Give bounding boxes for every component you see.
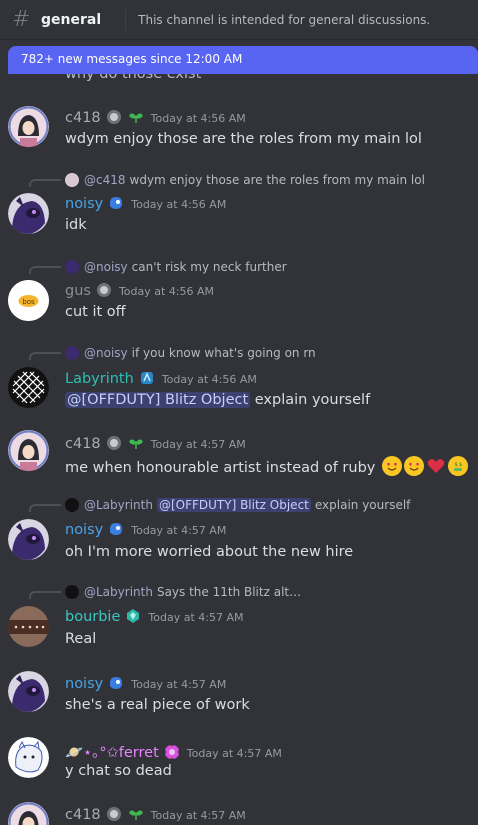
message-text: oh I'm more worried about the new hire bbox=[65, 544, 354, 560]
reply-author[interactable]: @Labyrinth bbox=[84, 585, 153, 599]
avatar[interactable] bbox=[8, 802, 49, 825]
svg-text:bos: bos bbox=[22, 298, 35, 306]
timestamp[interactable]: Today at 4:56 AM bbox=[119, 285, 214, 298]
header-divider bbox=[125, 8, 127, 31]
avatar[interactable] bbox=[8, 367, 49, 408]
reply-preview[interactable]: @Labyrinth @[OFFDUTY] Blitz Object expla… bbox=[65, 498, 410, 512]
reply-text[interactable]: Says the 11th Blitz alt… bbox=[157, 585, 301, 599]
username[interactable]: noisy Today at 4:56 AM bbox=[65, 194, 226, 212]
username[interactable]: noisy Today at 4:57 AM bbox=[65, 520, 226, 538]
timestamp[interactable]: Today at 4:57 AM bbox=[151, 809, 246, 822]
reply-author[interactable]: @Labyrinth bbox=[84, 498, 153, 512]
reply-avatar bbox=[65, 585, 79, 599]
reply-spine bbox=[29, 266, 61, 274]
channel-name[interactable]: general bbox=[41, 12, 101, 28]
message-text: wdym enjoy those are the roles from my m… bbox=[65, 131, 422, 147]
timestamp[interactable]: Today at 4:57 AM bbox=[131, 524, 226, 537]
reply-spine bbox=[29, 179, 61, 187]
reply-spine bbox=[29, 504, 61, 512]
role-badge-icon[interactable] bbox=[107, 520, 125, 538]
reply-author[interactable]: @noisy bbox=[84, 260, 128, 274]
reply-preview[interactable]: @noisy can't risk my neck further bbox=[65, 260, 287, 274]
reply-avatar bbox=[65, 346, 79, 360]
timestamp[interactable]: Today at 4:57 AM bbox=[131, 678, 226, 691]
reply-text[interactable]: can't risk my neck further bbox=[132, 260, 287, 274]
message-text: me when honourable artist instead of rub… bbox=[65, 456, 468, 476]
new-messages-banner[interactable]: 782+ new messages since 12:00 AM bbox=[8, 46, 478, 74]
message-text: @[OFFDUTY] Blitz Object explain yourself bbox=[65, 392, 371, 408]
avatar[interactable]: bos bbox=[8, 280, 49, 321]
heart-eyes-emoji-icon[interactable] bbox=[403, 456, 424, 476]
reply-text[interactable]: wdym enjoy those are the roles from my m… bbox=[130, 173, 425, 187]
avatar[interactable] bbox=[8, 106, 49, 147]
reply-preview[interactable]: @Labyrinth Says the 11th Blitz alt… bbox=[65, 585, 301, 599]
money-mouth-emoji-icon[interactable]: $ $ bbox=[447, 456, 468, 476]
timestamp[interactable]: Today at 4:57 AM bbox=[151, 438, 246, 451]
username[interactable]: noisy Today at 4:57 AM bbox=[65, 674, 226, 692]
reply-preview[interactable]: @noisy if you know what's going on rn bbox=[65, 346, 316, 360]
reply-text[interactable]: explain yourself bbox=[315, 498, 411, 512]
sprout-badge-icon[interactable] bbox=[127, 108, 145, 126]
message-text: Real bbox=[65, 631, 97, 647]
reply-spine bbox=[29, 352, 61, 360]
user-mention[interactable]: @[OFFDUTY] Blitz Object bbox=[156, 498, 311, 512]
sprout-badge-icon[interactable] bbox=[127, 434, 145, 452]
user-mention[interactable]: @[OFFDUTY] Blitz Object bbox=[65, 392, 251, 408]
heart-eyes-emoji-icon[interactable] bbox=[381, 456, 402, 476]
timestamp[interactable]: Today at 4:56 AM bbox=[162, 373, 257, 386]
timestamp[interactable]: Today at 4:56 AM bbox=[151, 112, 246, 125]
timestamp[interactable]: Today at 4:57 AM bbox=[148, 611, 243, 624]
role-badge-icon[interactable] bbox=[138, 369, 156, 387]
avatar[interactable] bbox=[8, 737, 49, 778]
username[interactable]: c418 Today at 4:56 AM bbox=[65, 108, 246, 126]
timestamp[interactable]: Today at 4:56 AM bbox=[131, 198, 226, 211]
username[interactable]: c418 Today at 4:57 AM bbox=[65, 805, 246, 823]
role-badge-icon[interactable] bbox=[105, 434, 123, 452]
avatar[interactable] bbox=[8, 606, 49, 647]
avatar[interactable] bbox=[8, 193, 49, 234]
channel-topic[interactable]: This channel is intended for general dis… bbox=[138, 13, 430, 27]
reply-spine bbox=[29, 591, 61, 599]
reply-avatar bbox=[65, 260, 79, 274]
role-badge-icon[interactable] bbox=[95, 281, 113, 299]
reply-avatar bbox=[65, 498, 79, 512]
avatar[interactable] bbox=[8, 519, 49, 560]
svg-text:$: $ bbox=[459, 462, 462, 468]
username[interactable]: c418 Today at 4:57 AM bbox=[65, 434, 246, 452]
username[interactable]: Labyrinth Today at 4:56 AM bbox=[65, 369, 257, 387]
sprout-badge-icon[interactable] bbox=[127, 805, 145, 823]
role-badge-icon[interactable] bbox=[107, 194, 125, 212]
role-badge-icon[interactable] bbox=[124, 607, 142, 625]
avatar[interactable] bbox=[8, 671, 49, 712]
svg-text:$: $ bbox=[454, 462, 457, 468]
role-badge-icon[interactable] bbox=[105, 108, 123, 126]
avatar[interactable] bbox=[8, 430, 49, 471]
role-badge-icon[interactable] bbox=[163, 743, 181, 761]
message-text: cut it off bbox=[65, 304, 126, 320]
red-heart-emoji-icon[interactable] bbox=[426, 456, 446, 476]
message-text: she's a real piece of work bbox=[65, 697, 250, 713]
reply-author[interactable]: @noisy bbox=[84, 346, 128, 360]
username[interactable]: 🪐⋆｡°✩ferret Today at 4:57 AM bbox=[65, 741, 282, 762]
role-badge-icon[interactable] bbox=[107, 674, 125, 692]
username[interactable]: gus Today at 4:56 AM bbox=[65, 281, 214, 299]
message-text: idk bbox=[65, 217, 87, 233]
reply-text[interactable]: if you know what's going on rn bbox=[132, 346, 316, 360]
username[interactable]: bourbie Today at 4:57 AM bbox=[65, 607, 243, 625]
message-text: y chat so dead bbox=[65, 763, 172, 779]
role-badge-icon[interactable] bbox=[105, 805, 123, 823]
reply-preview[interactable]: @c418 wdym enjoy those are the roles fro… bbox=[65, 173, 425, 187]
reply-author[interactable]: @c418 bbox=[84, 173, 126, 187]
reply-avatar bbox=[65, 173, 79, 187]
timestamp[interactable]: Today at 4:57 AM bbox=[187, 747, 282, 760]
message-feed: why do those exist c418 Today at 4:56 AM … bbox=[0, 40, 478, 825]
channel-header: # general This channel is intended for g… bbox=[0, 0, 478, 40]
hashtag-icon: # bbox=[12, 6, 31, 32]
